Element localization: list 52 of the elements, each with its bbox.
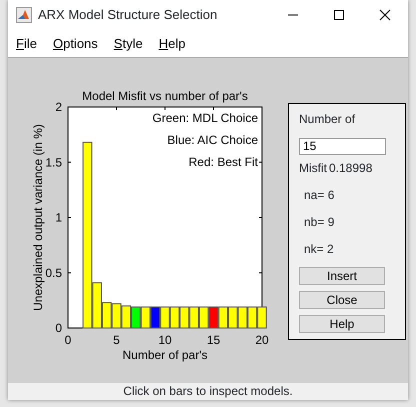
misfit-label: Misfit: [299, 160, 327, 177]
bar[interactable]: [102, 302, 112, 328]
y-tick-label: 1: [55, 210, 62, 224]
order-text: nk= 2: [304, 240, 334, 258]
bar[interactable]: [198, 306, 209, 328]
status-bar: Click on bars to inspect models.: [8, 383, 408, 400]
chart-title: Model Misfit vs number of par's: [82, 89, 248, 103]
y-tick-label: 1.5: [45, 155, 62, 170]
legend-note: Blue: AIC Choice: [167, 133, 258, 147]
bar[interactable]: [218, 306, 228, 328]
order-text: nb= 9: [304, 214, 334, 231]
x-axis-label: Number of par's: [122, 348, 208, 362]
x-tick-label: 15: [206, 333, 220, 347]
x-tick-label: 0: [64, 333, 72, 347]
x-tick-label: 5: [113, 333, 120, 347]
order-text: na= 6: [304, 186, 334, 204]
panel-button[interactable]: Insert: [299, 267, 385, 285]
bar[interactable]: [189, 306, 199, 328]
window-title: ARX Model Structure Selection: [38, 6, 218, 24]
menu-item[interactable]: Help: [150, 34, 194, 54]
menu-item[interactable]: Options: [44, 34, 106, 54]
x-tick-label: 20: [255, 333, 269, 347]
bar[interactable]: [121, 305, 132, 328]
bar[interactable]: [140, 306, 150, 328]
y-tick-label: 0: [55, 321, 62, 335]
bar[interactable]: [247, 306, 258, 328]
bar[interactable]: [238, 306, 248, 328]
bar[interactable]: [112, 303, 122, 328]
bar[interactable]: [92, 282, 102, 328]
panel-heading: Number of: [299, 111, 356, 128]
x-tick-label: 10: [158, 333, 172, 347]
app-icon: [16, 7, 32, 23]
bar[interactable]: [131, 306, 141, 328]
order-input[interactable]: 15: [299, 138, 386, 155]
maximize-icon[interactable]: [333, 9, 345, 21]
bar[interactable]: [82, 142, 92, 328]
menu-item[interactable]: File: [8, 34, 45, 54]
close-icon[interactable]: [379, 9, 391, 21]
bar[interactable]: [170, 306, 180, 328]
panel-button[interactable]: Help: [299, 315, 385, 333]
y-axis-label: Unexplained output variance (in %): [31, 124, 45, 311]
bar[interactable]: [257, 306, 267, 328]
y-tick-label: 2: [55, 100, 62, 114]
y-tick-label: 0.5: [45, 266, 62, 280]
bar[interactable]: [160, 306, 170, 328]
misfit-value: 0.18998: [329, 160, 372, 177]
bar[interactable]: [228, 306, 238, 328]
menu-item[interactable]: Style: [106, 34, 151, 54]
legend-note: Red: Best Fit: [188, 155, 258, 169]
legend-note: Green: MDL Choice: [152, 111, 258, 125]
panel-button[interactable]: Close: [299, 291, 385, 309]
bar[interactable]: [180, 306, 190, 328]
